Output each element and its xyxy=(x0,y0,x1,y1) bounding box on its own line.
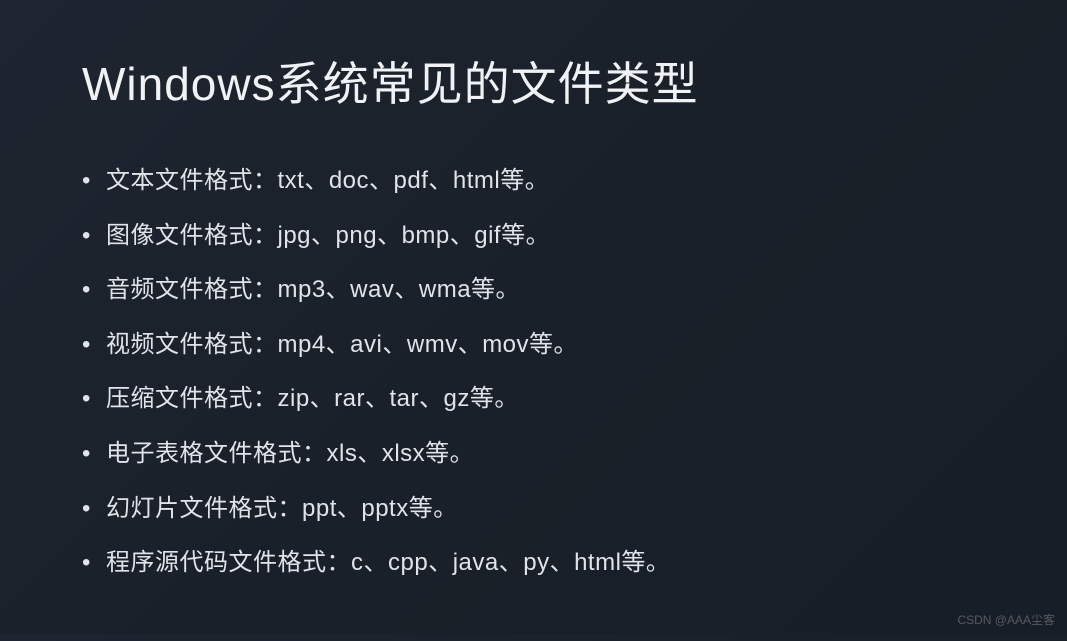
list-item: 图像文件格式：jpg、png、bmp、gif等。 xyxy=(82,219,985,253)
watermark: CSDN @AAA尘客 xyxy=(957,611,1055,628)
list-item: 电子表格文件格式：xls、xlsx等。 xyxy=(82,437,985,471)
list-item: 幻灯片文件格式：ppt、pptx等。 xyxy=(82,492,985,526)
list-item: 压缩文件格式：zip、rar、tar、gz等。 xyxy=(82,382,985,416)
list-item: 文本文件格式：txt、doc、pdf、html等。 xyxy=(82,164,985,198)
slide-container: Windows系统常见的文件类型 文本文件格式：txt、doc、pdf、html… xyxy=(0,0,1067,641)
list-item: 程序源代码文件格式：c、cpp、java、py、html等。 xyxy=(82,546,985,580)
slide-title: Windows系统常见的文件类型 xyxy=(82,48,985,114)
list-item: 音频文件格式：mp3、wav、wma等。 xyxy=(82,273,985,307)
list-item: 视频文件格式：mp4、avi、wmv、mov等。 xyxy=(82,328,985,362)
bullet-list: 文本文件格式：txt、doc、pdf、html等。 图像文件格式：jpg、png… xyxy=(82,164,985,580)
